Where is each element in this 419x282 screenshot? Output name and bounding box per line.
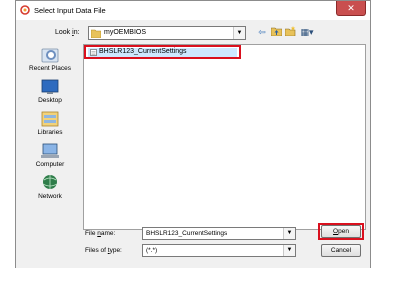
file-name-field[interactable]: BHSLR123_CurrentSettings ▼ [142,227,296,240]
look-in-value: myOEMBIOS [104,29,147,36]
new-folder-glyph [284,26,295,37]
place-network[interactable]: Network [20,174,80,200]
folder-icon [91,29,101,38]
network-icon [42,175,58,189]
file-list[interactable]: BHSLR123_CurrentSettings [83,44,366,230]
place-desktop[interactable]: Desktop [20,78,80,104]
dialog-title: Select Input Data File [34,6,106,15]
computer-icon [41,143,59,158]
view-menu-icon[interactable]: ▦▾ [298,26,316,38]
new-folder-icon[interactable] [284,26,296,38]
title-bar[interactable]: Select Input Data File ✕ [16,1,370,20]
file-icon [90,49,97,56]
desktop-icon [41,79,59,94]
close-button[interactable]: ✕ [336,1,366,16]
up-folder-glyph [270,27,282,37]
up-folder-icon[interactable] [270,26,282,38]
place-recent-places[interactable]: Recent Places [20,46,80,72]
list-item[interactable]: BHSLR123_CurrentSettings [84,45,241,59]
select-input-file-dialog: Select Input Data File ✕ Look in: myOEMB… [15,0,371,268]
dialog-body: Look in: myOEMBIOS ▼ ⇦ ▦▾ Recent Places … [16,20,370,268]
look-in-dropdown[interactable]: myOEMBIOS ▼ [88,26,246,40]
recent-places-icon [41,48,59,63]
file-type-value: (*.*) [146,247,158,254]
file-name-label: File name: [85,230,116,237]
chevron-down-icon[interactable]: ▼ [283,228,295,239]
app-icon [20,5,30,15]
place-computer[interactable]: Computer [20,142,80,168]
file-type-dropdown[interactable]: (*.*) ▼ [142,244,296,257]
chevron-down-icon[interactable]: ▼ [233,27,245,39]
places-bar: Recent Places Desktop Libraries Computer… [20,46,80,236]
look-in-label: Look in: [55,29,80,36]
libraries-icon [41,111,59,127]
cancel-button[interactable]: Cancel [321,244,361,257]
open-button[interactable]: Open [321,225,361,238]
back-icon[interactable]: ⇦ [256,26,268,38]
file-name-value: BHSLR123_CurrentSettings [146,230,228,237]
chevron-down-icon[interactable]: ▼ [283,245,295,256]
file-name-text: BHSLR123_CurrentSettings [99,48,187,55]
file-type-label: Files of type: [85,247,122,254]
place-libraries[interactable]: Libraries [20,110,80,136]
